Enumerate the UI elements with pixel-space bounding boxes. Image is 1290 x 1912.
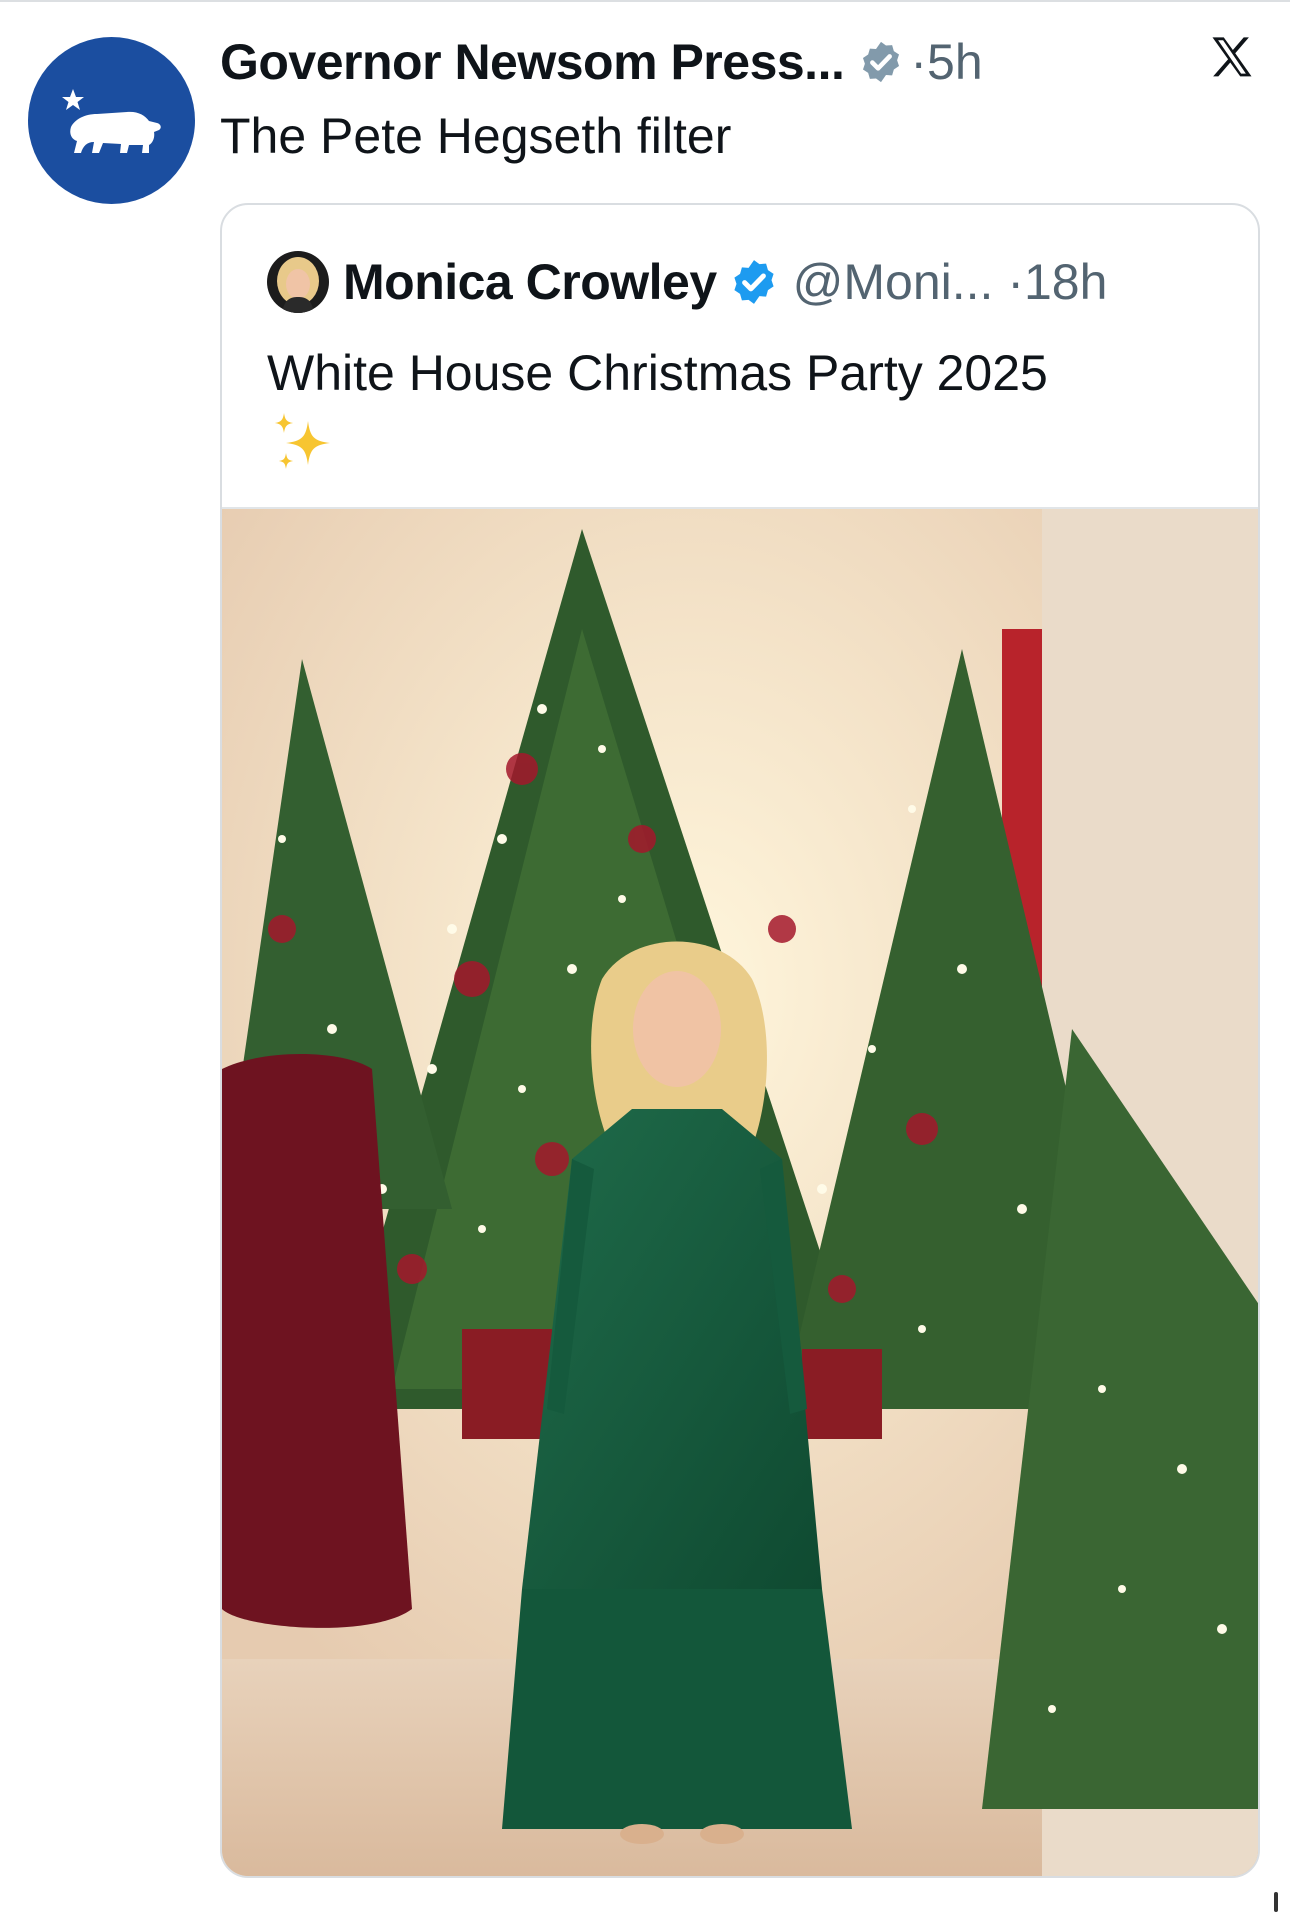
post-text: The Pete Hegseth filter (220, 108, 732, 164)
quoted-author-avatar[interactable] (267, 251, 329, 313)
author-avatar[interactable] (28, 37, 195, 204)
post-timestamp[interactable]: ·5h (910, 33, 982, 91)
quoted-post-text: White House Christmas Party 2025 (267, 345, 1048, 401)
x-logo-icon[interactable] (1206, 32, 1258, 84)
verified-gray-badge-icon (858, 39, 904, 85)
quoted-handle-timestamp[interactable]: @Moni... ·18h (793, 253, 1108, 311)
author-name[interactable]: Governor Newsom Press... (220, 33, 845, 91)
top-divider (0, 0, 1290, 2)
california-bear-star-icon (61, 88, 161, 153)
verified-blue-badge-icon (729, 257, 779, 307)
scrollbar-thumb[interactable] (1274, 1892, 1278, 1912)
sparkles-emoji (275, 413, 330, 469)
christmas-tree-photo[interactable] (222, 507, 1258, 1876)
quoted-author-name[interactable]: Monica Crowley (343, 253, 717, 311)
quoted-post-card[interactable]: Monica Crowley @Moni... ·18h White House… (220, 203, 1260, 1878)
